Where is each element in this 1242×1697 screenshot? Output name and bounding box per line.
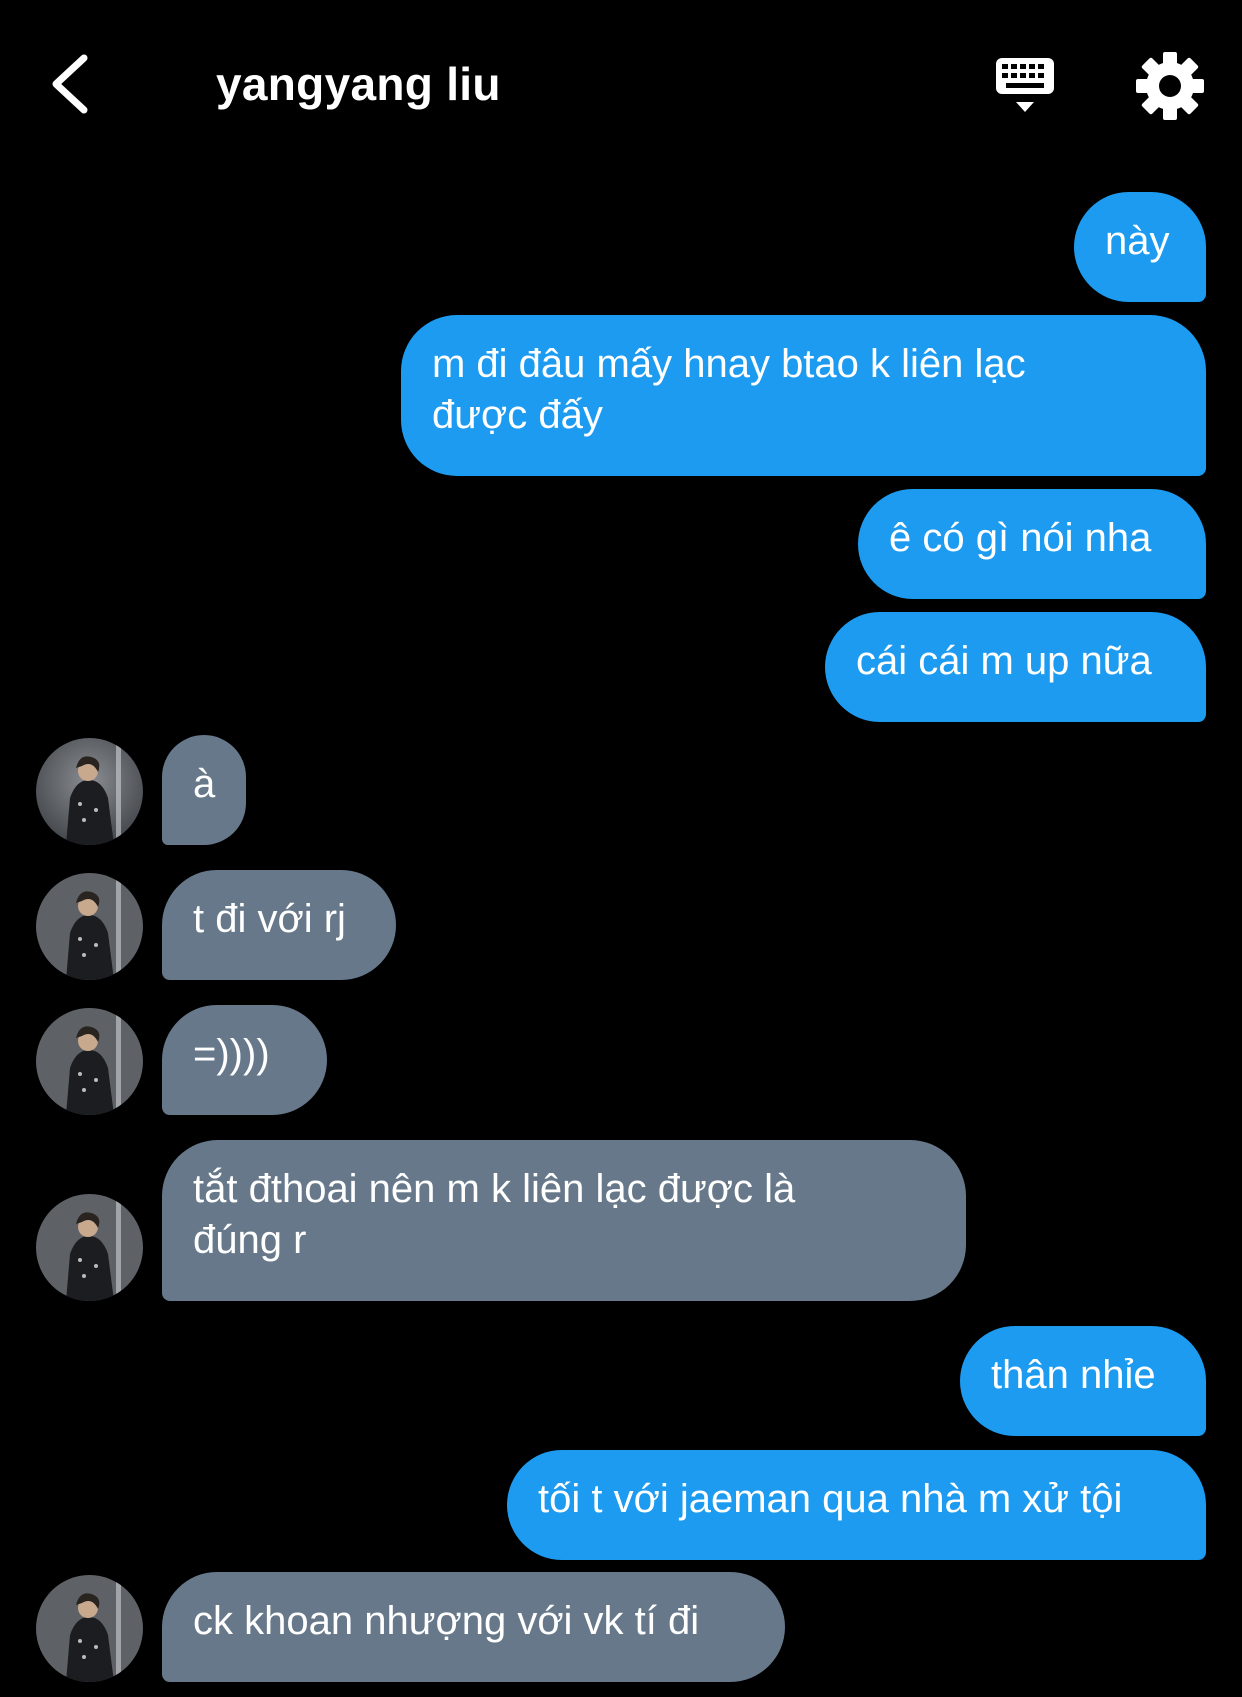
message-bubble-outgoing[interactable]: này (1074, 192, 1206, 302)
message-bubble-incoming[interactable]: tắt đthoai nên m k liên lạc được là đúng… (162, 1140, 966, 1301)
message-bubble-incoming[interactable]: t đi với rj (162, 870, 396, 980)
settings-button[interactable] (1134, 50, 1206, 122)
message-bubble-outgoing[interactable]: thân nhỉe (960, 1326, 1206, 1436)
message-bubble-outgoing[interactable]: ê có gì nói nha (858, 489, 1206, 599)
avatar-photo (36, 1194, 143, 1301)
message-bubble-incoming[interactable]: =)))) (162, 1005, 327, 1115)
contact-avatar[interactable] (36, 1008, 143, 1115)
avatar-photo (36, 738, 143, 845)
chevron-left-icon (52, 54, 88, 114)
message-bubble-incoming[interactable]: ck khoan nhượng với vk tí đi (162, 1572, 785, 1682)
message-bubble-incoming[interactable]: à (162, 735, 246, 845)
gear-icon (1136, 52, 1204, 120)
message-bubble-outgoing[interactable]: cái cái m up nữa (825, 612, 1206, 722)
back-button[interactable] (40, 48, 100, 120)
contact-avatar[interactable] (36, 1575, 143, 1682)
keyboard-icon (996, 58, 1054, 112)
message-bubble-outgoing[interactable]: tối t với jaeman qua nhà m xử tội (507, 1450, 1206, 1560)
avatar-photo (36, 1575, 143, 1682)
message-bubble-outgoing[interactable]: m đi đâu mấy hnay btao k liên lạc được đ… (401, 315, 1206, 476)
contact-avatar[interactable] (36, 1194, 143, 1301)
avatar-photo (36, 873, 143, 980)
keyboard-button[interactable] (990, 52, 1060, 122)
contact-avatar[interactable] (36, 738, 143, 845)
conversation-title[interactable]: yangyang liu (216, 52, 501, 116)
contact-avatar[interactable] (36, 873, 143, 980)
avatar-photo (36, 1008, 143, 1115)
chat-header: yangyang liu (0, 0, 1242, 170)
